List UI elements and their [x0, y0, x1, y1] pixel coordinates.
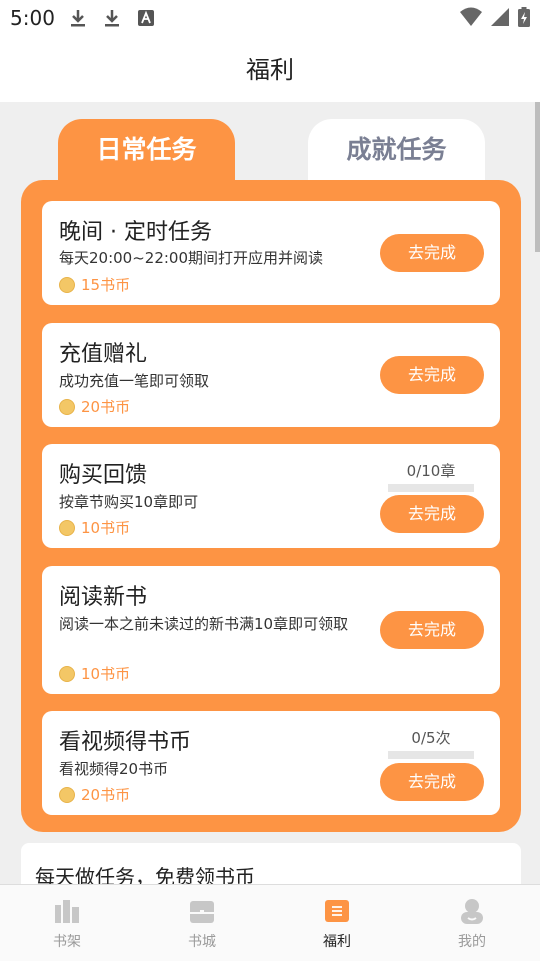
go-complete-button[interactable]: 去完成: [380, 234, 484, 272]
nav-label: 我的: [458, 934, 486, 950]
status-bar: 5:00: [0, 0, 540, 36]
task-reward: 20书币: [59, 396, 130, 417]
wifi-icon: [460, 7, 482, 26]
benefits-icon: [325, 900, 349, 922]
nav-label: 福利: [323, 934, 351, 950]
task-reward-text: 10书币: [81, 665, 131, 683]
bottom-navigation: 书架 书城 福利 我的: [0, 884, 540, 961]
task-description: 按章节购买10章即可: [59, 493, 199, 511]
nav-label: 书城: [188, 934, 216, 950]
task-card-purchase-reward: 购买回馈 按章节购买10章即可 10书币 0/10章 去完成: [42, 444, 500, 548]
nav-label: 书架: [53, 934, 81, 950]
battery-charging-icon: [518, 7, 530, 27]
go-complete-button[interactable]: 去完成: [380, 763, 484, 801]
status-time: 5:00: [10, 6, 55, 30]
task-reward-text: 15书币: [81, 276, 131, 294]
task-reward-text: 20书币: [81, 398, 131, 416]
task-title: 购买回馈: [59, 463, 148, 488]
download-icon: [71, 10, 85, 27]
scrollbar[interactable]: [535, 102, 540, 252]
nav-item-profile[interactable]: 我的: [432, 897, 512, 951]
coin-icon: [59, 519, 75, 536]
task-card-read-new-book: 阅读新书 阅读一本之前未读过的新书满10章即可领取 10书币 去完成: [42, 566, 500, 694]
task-reward: 10书币: [59, 517, 130, 538]
task-description: 每天20:00~22:00期间打开应用并阅读: [59, 249, 324, 267]
task-progress-text: 0/5次: [411, 729, 451, 747]
app-bar: 福利: [0, 36, 540, 102]
coin-icon: [59, 398, 75, 415]
task-panel: 晚间 · 定时任务 每天20:00~22:00期间打开应用并阅读 15书币 去完…: [21, 180, 521, 832]
app-notification-icon: [138, 10, 154, 26]
task-title: 阅读新书: [59, 585, 148, 610]
nav-item-bookstore[interactable]: 书城: [162, 897, 242, 951]
nav-item-benefits[interactable]: 福利: [297, 897, 377, 951]
task-description: 成功充值一笔即可领取: [59, 372, 210, 390]
task-card-watch-video: 看视频得书币 看视频得20书币 20书币 0/5次 去完成: [42, 711, 500, 815]
cellular-signal-icon: [491, 8, 509, 26]
task-progress-bar: [388, 484, 474, 492]
coin-icon: [59, 786, 75, 803]
task-description: 阅读一本之前未读过的新书满10章即可领取: [59, 615, 349, 633]
tab-daily-tasks[interactable]: 日常任务: [58, 119, 235, 181]
task-title: 充值赠礼: [59, 342, 148, 367]
task-card-recharge-gift: 充值赠礼 成功充值一笔即可领取 20书币 去完成: [42, 323, 500, 427]
task-progress-text: 0/10章: [406, 462, 456, 480]
task-reward: 10书币: [59, 663, 130, 684]
go-complete-button[interactable]: 去完成: [380, 495, 484, 533]
coin-icon: [59, 276, 75, 293]
task-description: 看视频得20书币: [59, 760, 169, 778]
tab-achievement-tasks[interactable]: 成就任务: [308, 119, 485, 181]
bookstore-icon: [190, 901, 214, 923]
download-icon: [105, 10, 119, 27]
task-reward: 15书币: [59, 274, 130, 295]
bookshelf-icon: [55, 900, 79, 923]
go-complete-button[interactable]: 去完成: [380, 611, 484, 649]
task-progress-bar: [388, 751, 474, 759]
coin-icon: [59, 665, 75, 682]
task-title: 看视频得书币: [59, 730, 192, 755]
go-complete-button[interactable]: 去完成: [380, 356, 484, 394]
task-card-evening-timed: 晚间 · 定时任务 每天20:00~22:00期间打开应用并阅读 15书币 去完…: [42, 201, 500, 305]
page-title: 福利: [246, 56, 294, 84]
profile-icon: [461, 899, 483, 924]
task-title: 晚间 · 定时任务: [59, 220, 212, 245]
task-reward-text: 20书币: [81, 786, 131, 804]
nav-item-bookshelf[interactable]: 书架: [27, 897, 107, 951]
task-reward-text: 10书币: [81, 519, 131, 537]
task-reward: 20书币: [59, 784, 130, 805]
